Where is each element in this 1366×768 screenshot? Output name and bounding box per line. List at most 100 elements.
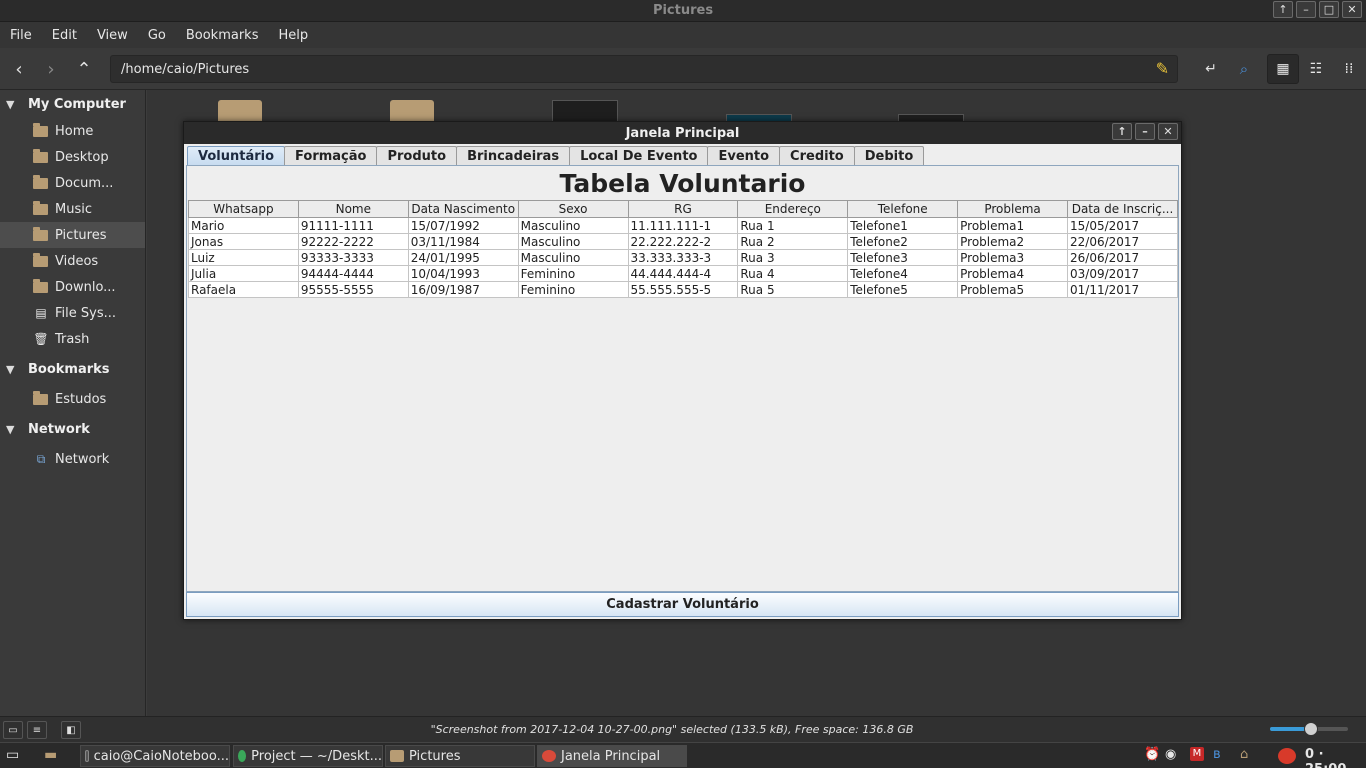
table-row[interactable]: Rafaela 95555-5555 16/09/1987 Feminino 55.55… bbox=[188, 281, 1178, 298]
menu-icon[interactable]: ▭ bbox=[6, 747, 19, 763]
table-cell[interactable]: 15/07/1992 bbox=[407, 217, 519, 234]
sidebar-item-trash[interactable]: 🗑 Trash bbox=[0, 326, 145, 352]
table-cell[interactable]: Problema4 bbox=[957, 265, 1068, 282]
list-view-button[interactable]: ☷ bbox=[1300, 54, 1332, 84]
table-cell[interactable]: 11.111.111-1 bbox=[627, 217, 739, 234]
zoom-slider-handle[interactable] bbox=[1304, 722, 1318, 736]
column-header[interactable]: Nome bbox=[297, 200, 409, 218]
table-cell[interactable]: Rua 1 bbox=[737, 217, 849, 234]
table-cell[interactable]: Feminino bbox=[517, 281, 629, 298]
dialog-close-button[interactable]: ✕ bbox=[1158, 123, 1178, 140]
sidebar-section-my-computer[interactable]: ▼ My Computer bbox=[0, 90, 145, 118]
task-terminal[interactable]: caio@CaioNoteboo... bbox=[80, 745, 230, 767]
sidebar-section-bookmarks[interactable]: ▼ Bookmarks bbox=[0, 355, 145, 383]
sidebar-item-music[interactable]: Music bbox=[0, 196, 145, 222]
volunteer-table[interactable]: Whatsapp Nome Data Nascimento Sexo RG En… bbox=[188, 200, 1178, 298]
sidebar-item-home[interactable]: Home bbox=[0, 118, 145, 144]
column-header[interactable]: Problema bbox=[957, 200, 1068, 218]
show-tree-icon[interactable]: ≡ bbox=[27, 721, 47, 739]
column-header[interactable]: RG bbox=[627, 200, 739, 218]
table-cell[interactable]: Telefone4 bbox=[847, 265, 959, 282]
screenshot-icon[interactable]: ◉ bbox=[1165, 747, 1176, 762]
table-cell[interactable]: 94444-4444 bbox=[297, 265, 409, 282]
table-cell[interactable]: Masculino bbox=[517, 217, 629, 234]
menu-go[interactable]: Go bbox=[138, 28, 176, 43]
table-row[interactable]: Luiz 93333-3333 24/01/1995 Masculino 33.333.… bbox=[188, 249, 1178, 266]
cadastrar-voluntario-button[interactable]: Cadastrar Voluntário bbox=[186, 592, 1179, 617]
table-row[interactable]: Jonas 92222-2222 03/11/1984 Masculino 22.222… bbox=[188, 233, 1178, 250]
table-cell[interactable]: Rafaela bbox=[188, 281, 299, 298]
image-thumbnail[interactable] bbox=[552, 100, 618, 122]
column-header[interactable]: Sexo bbox=[517, 200, 629, 218]
zoom-slider[interactable] bbox=[1270, 722, 1348, 736]
sidebar-section-network[interactable]: ▼ Network bbox=[0, 415, 145, 443]
tab-brincadeiras[interactable]: Brincadeiras bbox=[456, 146, 571, 165]
back-icon[interactable]: ‹ bbox=[8, 58, 30, 80]
menu-bookmarks[interactable]: Bookmarks bbox=[176, 28, 269, 43]
table-cell[interactable]: Masculino bbox=[517, 233, 629, 250]
column-header[interactable]: Endereço bbox=[737, 200, 849, 218]
up-icon[interactable]: ⌃ bbox=[73, 58, 95, 80]
task-project[interactable]: Project — ~/Deskt... bbox=[233, 745, 383, 767]
bluetooth-icon[interactable]: ʙ bbox=[1213, 747, 1221, 762]
table-cell[interactable]: 22/06/2017 bbox=[1067, 233, 1178, 250]
location-bar[interactable]: /home/caio/Pictures ✎ bbox=[110, 55, 1178, 83]
table-cell[interactable]: 16/09/1987 bbox=[407, 281, 519, 298]
table-cell[interactable]: 55.555.555-5 bbox=[627, 281, 739, 298]
table-cell[interactable]: 33.333.333-3 bbox=[627, 249, 739, 266]
tab-evento[interactable]: Evento bbox=[707, 146, 781, 165]
sidebar-item-file-system[interactable]: ▤ File Sys... bbox=[0, 300, 145, 326]
sidebar-item-estudos[interactable]: Estudos bbox=[0, 386, 145, 412]
table-row[interactable]: Mario 91111-1111 15/07/1992 Masculino 11.111… bbox=[188, 217, 1178, 234]
clear-location-icon[interactable]: ✎ bbox=[1156, 59, 1169, 78]
minimize-button[interactable]: – bbox=[1296, 1, 1316, 18]
table-cell[interactable]: 44.444.444-4 bbox=[627, 265, 739, 282]
table-cell[interactable]: 22.222.222-2 bbox=[627, 233, 739, 250]
sidebar-item-videos[interactable]: Videos bbox=[0, 248, 145, 274]
maximize-button[interactable]: ↑ bbox=[1273, 1, 1293, 18]
mail-icon[interactable]: M bbox=[1190, 747, 1204, 761]
menu-view[interactable]: View bbox=[87, 28, 138, 43]
table-cell[interactable]: Rua 5 bbox=[737, 281, 849, 298]
tab-credito[interactable]: Credito bbox=[779, 146, 855, 165]
restore-button[interactable]: □ bbox=[1319, 1, 1339, 18]
table-cell[interactable]: Jonas bbox=[188, 233, 299, 250]
sidebar-item-network[interactable]: ⧉ Network bbox=[0, 446, 145, 472]
tab-voluntario[interactable]: Voluntário bbox=[187, 146, 286, 165]
sidebar-item-downloads[interactable]: Downlo... bbox=[0, 274, 145, 300]
tab-formacao[interactable]: Formação bbox=[284, 146, 378, 165]
location-path[interactable]: /home/caio/Pictures bbox=[121, 62, 249, 77]
table-cell[interactable]: Telefone2 bbox=[847, 233, 959, 250]
tab-local-de-evento[interactable]: Local De Evento bbox=[569, 146, 709, 165]
forward-icon[interactable]: › bbox=[40, 58, 62, 80]
table-cell[interactable]: Rua 4 bbox=[737, 265, 849, 282]
column-header[interactable]: Data Nascimento bbox=[407, 200, 519, 218]
table-cell[interactable]: Telefone1 bbox=[847, 217, 959, 234]
table-cell[interactable]: 01/11/2017 bbox=[1067, 281, 1178, 298]
table-cell[interactable]: Luiz bbox=[188, 249, 299, 266]
tab-debito[interactable]: Debito bbox=[853, 146, 925, 165]
table-cell[interactable]: Problema1 bbox=[957, 217, 1068, 234]
table-cell[interactable]: Rua 3 bbox=[737, 249, 849, 266]
compact-view-button[interactable]: ⁞⁞ bbox=[1333, 54, 1365, 84]
column-header[interactable]: Whatsapp bbox=[188, 200, 299, 218]
icon-view-button[interactable]: ▦ bbox=[1267, 54, 1299, 84]
menu-file[interactable]: File bbox=[0, 28, 42, 43]
table-cell[interactable]: Feminino bbox=[517, 265, 629, 282]
tab-produto[interactable]: Produto bbox=[376, 146, 458, 165]
show-places-icon[interactable]: ▭ bbox=[3, 721, 23, 739]
table-cell[interactable]: Problema5 bbox=[957, 281, 1068, 298]
table-row[interactable]: Julia 94444-4444 10/04/1993 Feminino 44.444.… bbox=[188, 265, 1178, 282]
table-cell[interactable]: 03/11/1984 bbox=[407, 233, 519, 250]
tomato-timer-icon[interactable] bbox=[1278, 748, 1296, 764]
search-icon[interactable]: ⌕ bbox=[1233, 58, 1255, 80]
table-cell[interactable]: Telefone5 bbox=[847, 281, 959, 298]
table-cell[interactable]: 03/09/2017 bbox=[1067, 265, 1178, 282]
files-launcher-icon[interactable]: ▬ bbox=[44, 747, 57, 763]
home-folder-tray-icon[interactable]: ⌂ bbox=[1240, 747, 1248, 762]
table-cell[interactable]: 24/01/1995 bbox=[407, 249, 519, 266]
table-cell[interactable]: 15/05/2017 bbox=[1067, 217, 1178, 234]
sidebar-item-pictures[interactable]: Pictures bbox=[0, 222, 145, 248]
dialog-minimize-button[interactable]: – bbox=[1135, 123, 1155, 140]
hide-sidebar-icon[interactable]: ◧ bbox=[61, 721, 81, 739]
